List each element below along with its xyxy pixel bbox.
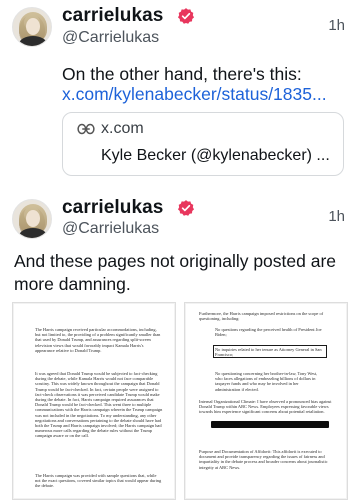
avatar[interactable]	[12, 7, 52, 47]
card-title: Kyle Becker (@kylenabecker) ...	[101, 147, 330, 164]
doc-paragraph: Furthermore, the Harris campaign imposed…	[199, 311, 324, 322]
doc-paragraph: The Harris campaign was provided with sa…	[35, 473, 162, 489]
avatar-face	[26, 18, 40, 35]
document-page-left[interactable]: The Harris campaign received particular …	[12, 302, 176, 500]
post-link[interactable]: x.com/kylenabecker/status/1835...	[62, 84, 327, 105]
post-1[interactable]: carrielukas @Carrielukas 1h On the other…	[0, 0, 360, 196]
doc-paragraph: The Harris campaign received particular …	[35, 327, 161, 353]
link-preview-card[interactable]: x.com Kyle Becker (@kylenabecker) ...	[62, 112, 344, 176]
avatar-body	[19, 36, 47, 46]
redaction-bar	[211, 421, 329, 428]
link-icon	[77, 123, 95, 135]
doc-section: Purpose and Documentation of Affidavit: …	[199, 449, 328, 470]
attached-images[interactable]: The Harris campaign received particular …	[12, 302, 348, 500]
post-text: On the other hand, there's this:	[62, 64, 302, 84]
doc-bullet: No questions regarding the perceived hea…	[215, 327, 322, 338]
document-page-right[interactable]: Furthermore, the Harris campaign imposed…	[184, 302, 348, 500]
username[interactable]: carrielukas	[62, 197, 163, 219]
card-domain: x.com	[101, 120, 144, 137]
username[interactable]: carrielukas	[62, 5, 163, 27]
timestamp: 1h	[328, 17, 345, 34]
timestamp: 1h	[328, 208, 345, 225]
avatar-body	[19, 228, 47, 238]
post-text: And these pages not originally posted ar…	[14, 251, 337, 294]
verified-badge-icon	[177, 200, 195, 216]
handle[interactable]: @Carrielukas	[62, 220, 159, 238]
verified-badge-icon	[177, 8, 195, 24]
highlight-box	[213, 345, 327, 358]
avatar[interactable]	[12, 199, 52, 239]
doc-section: Internal Organizational Climate: I have …	[199, 399, 332, 415]
doc-paragraph: It was agreed that Donald Trump would be…	[35, 371, 163, 439]
avatar-face	[26, 210, 40, 227]
doc-bullet: No questioning concerning her brother-in…	[215, 371, 318, 392]
handle[interactable]: @Carrielukas	[62, 29, 159, 47]
